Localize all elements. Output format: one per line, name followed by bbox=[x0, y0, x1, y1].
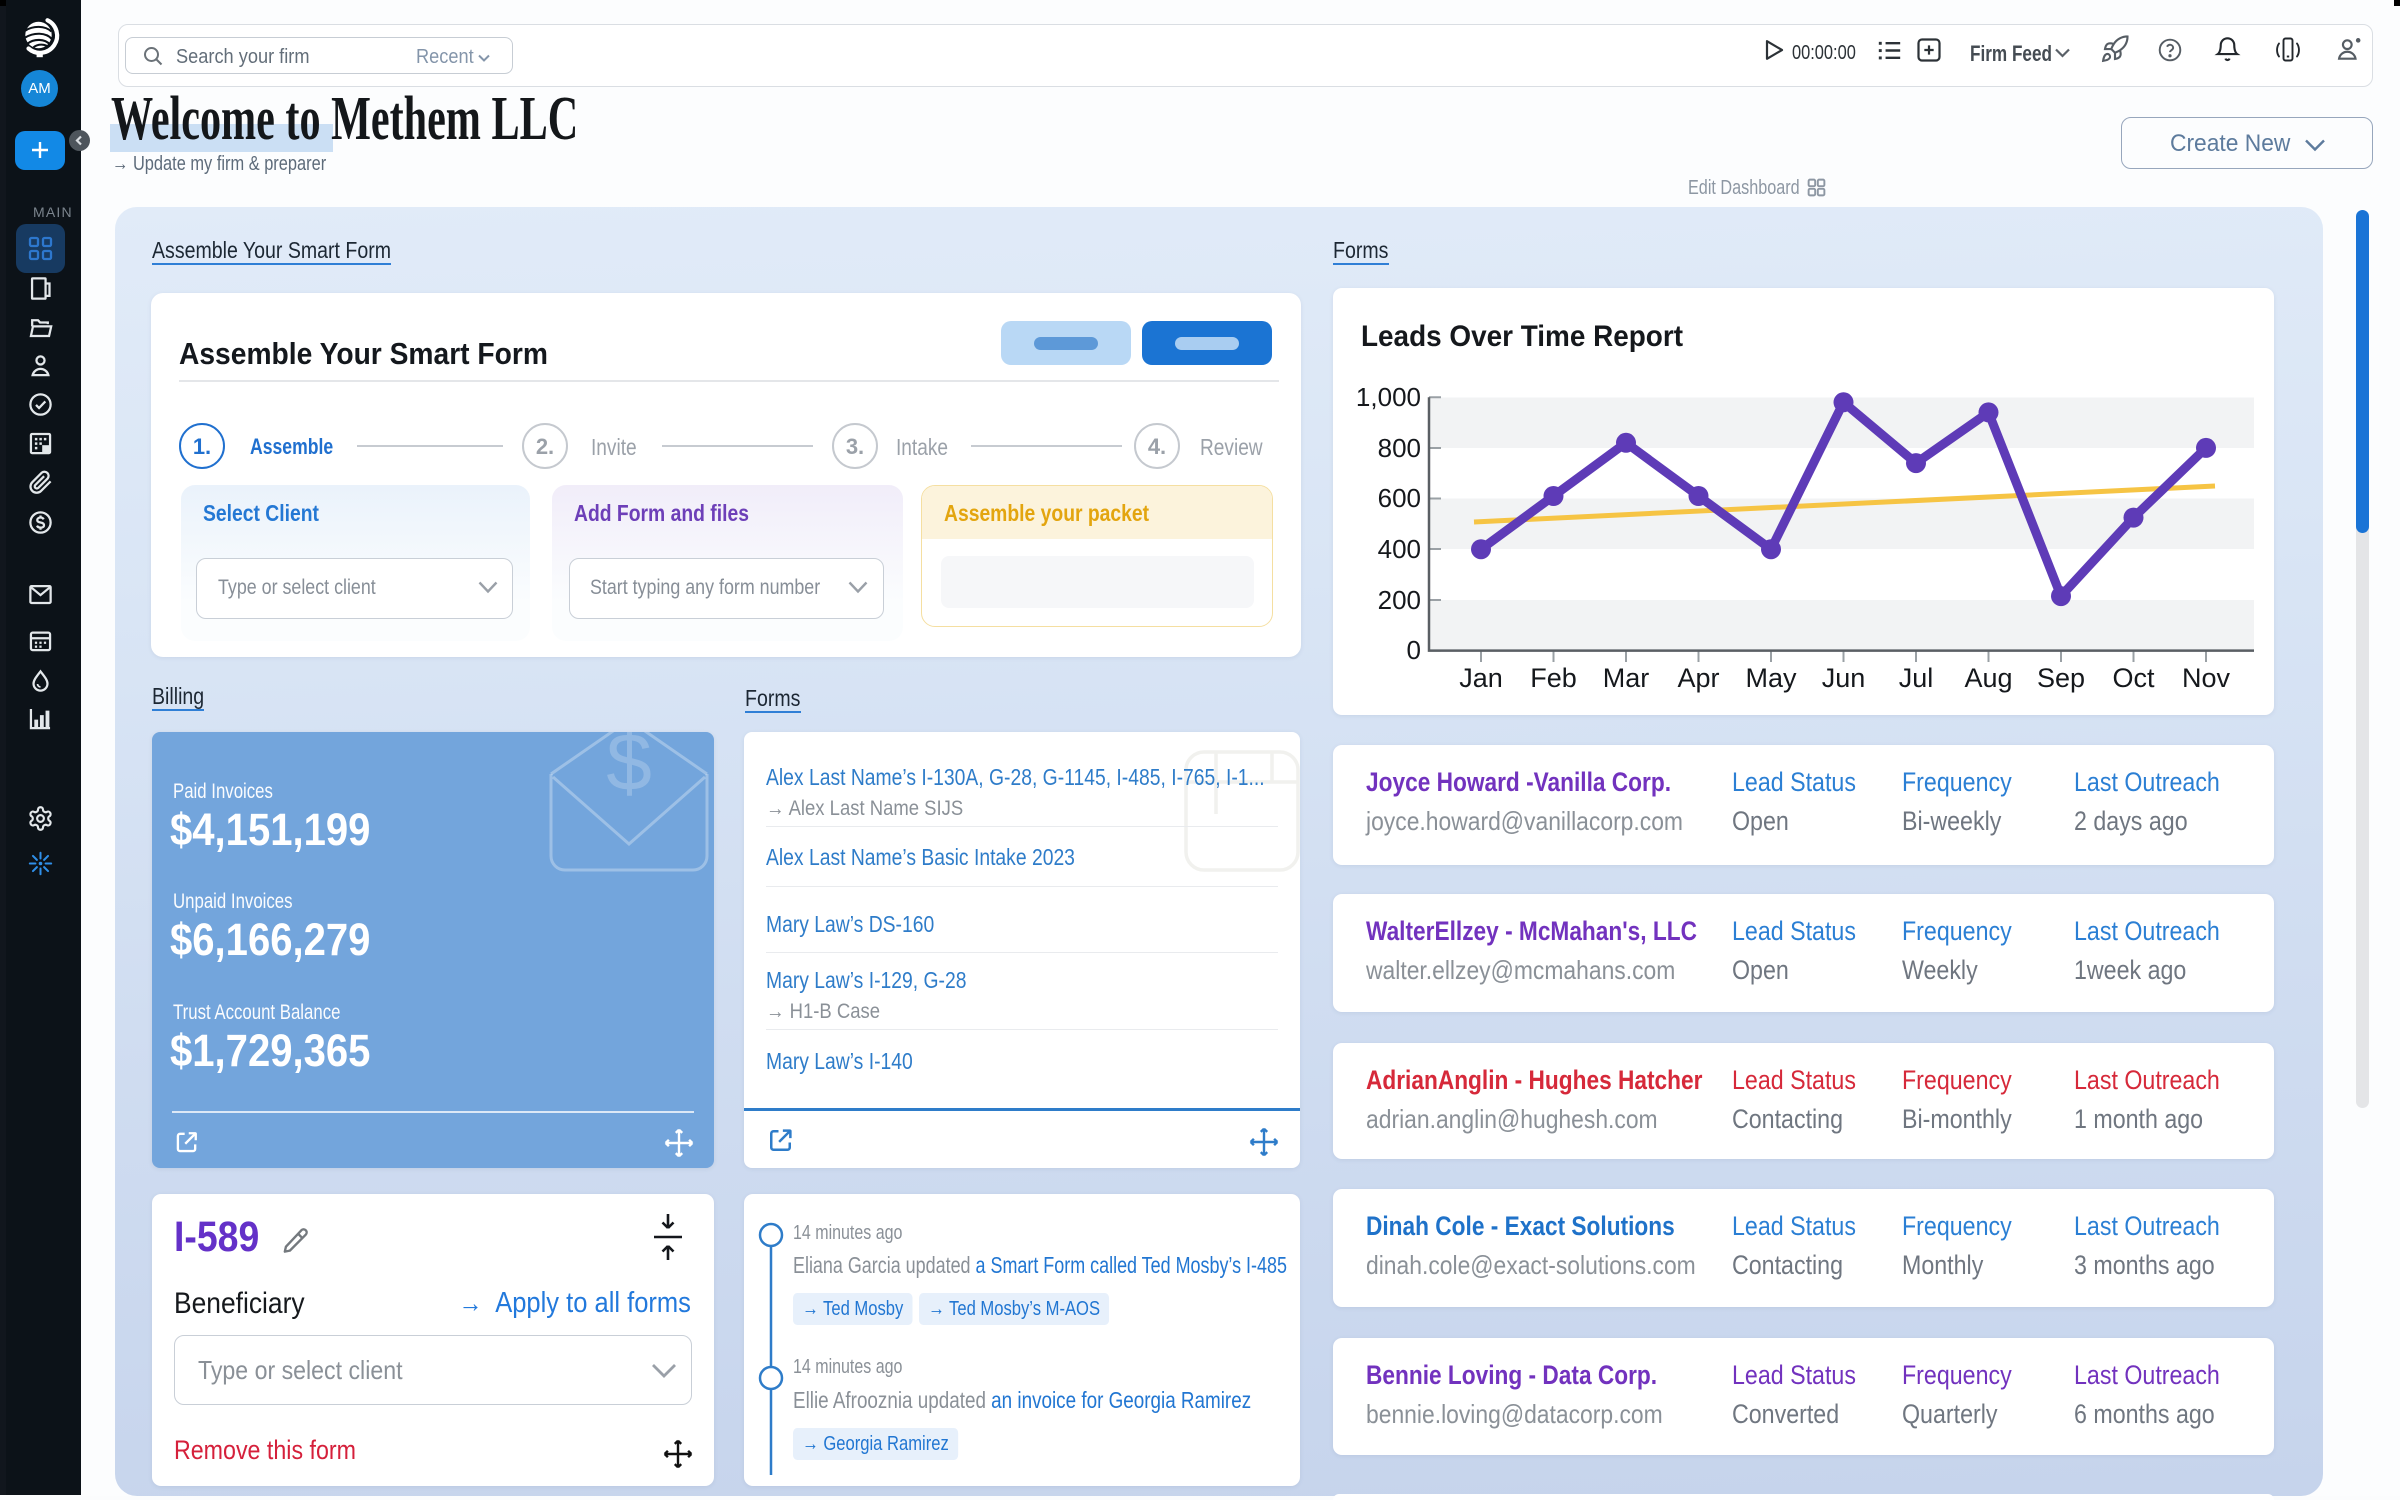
svg-text:Jul: Jul bbox=[1899, 663, 1934, 693]
svg-text:May: May bbox=[1745, 663, 1797, 693]
svg-text:Feb: Feb bbox=[1530, 663, 1577, 693]
svg-text:1,000: 1,000 bbox=[1356, 382, 1421, 412]
svg-text:Nov: Nov bbox=[2182, 663, 2231, 693]
svg-text:200: 200 bbox=[1378, 585, 1421, 615]
svg-text:$: $ bbox=[606, 732, 652, 808]
svg-text:Apr: Apr bbox=[1677, 663, 1719, 693]
svg-text:800: 800 bbox=[1378, 433, 1421, 463]
svg-text:400: 400 bbox=[1378, 534, 1421, 564]
svg-text:Jan: Jan bbox=[1459, 663, 1503, 693]
svg-text:600: 600 bbox=[1378, 483, 1421, 513]
svg-text:0: 0 bbox=[1407, 635, 1421, 665]
svg-text:Jun: Jun bbox=[1822, 663, 1866, 693]
svg-text:Sep: Sep bbox=[2037, 663, 2085, 693]
svg-text:Mar: Mar bbox=[1603, 663, 1650, 693]
svg-text:Aug: Aug bbox=[1964, 663, 2012, 693]
svg-text:Oct: Oct bbox=[2112, 663, 2155, 693]
